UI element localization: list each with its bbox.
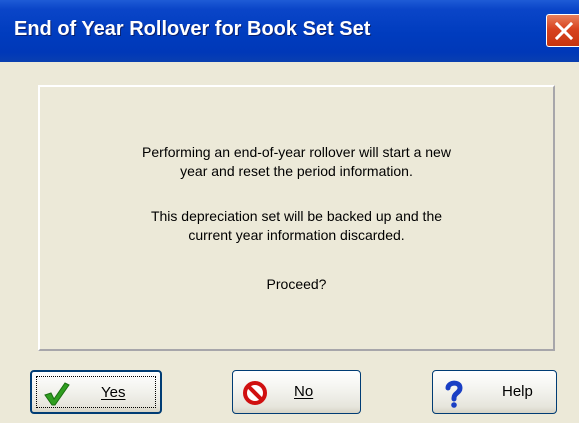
- message-paragraph-2: This depreciation set will be backed up …: [40, 207, 553, 245]
- close-icon: [555, 22, 573, 40]
- yes-button[interactable]: Yes: [30, 370, 162, 414]
- help-label: Help: [502, 383, 533, 400]
- checkmark-icon: [42, 381, 70, 411]
- yes-label: Yes: [101, 384, 126, 401]
- dialog-window: End of Year Rollover for Book Set Set Pe…: [0, 0, 579, 423]
- no-label: No: [294, 383, 314, 400]
- close-button[interactable]: [546, 14, 579, 47]
- no-button[interactable]: No: [232, 370, 361, 414]
- message-line: Performing an end-of-year rollover will …: [142, 144, 451, 160]
- message-line: year and reset the period information.: [180, 163, 413, 179]
- proceed-prompt: Proceed?: [266, 276, 327, 292]
- help-button[interactable]: Help: [432, 370, 557, 414]
- question-mark-icon: [443, 380, 465, 412]
- no-entry-icon: [242, 380, 268, 410]
- message-paragraph-3: Proceed?: [40, 275, 553, 294]
- message-panel: Performing an end-of-year rollover will …: [38, 85, 555, 351]
- title-bar[interactable]: End of Year Rollover for Book Set Set: [0, 0, 579, 62]
- message-line: current year information discarded.: [188, 227, 405, 243]
- window-title: End of Year Rollover for Book Set Set: [14, 18, 371, 40]
- message-paragraph-1: Performing an end-of-year rollover will …: [40, 143, 553, 181]
- message-line: This depreciation set will be backed up …: [150, 208, 443, 224]
